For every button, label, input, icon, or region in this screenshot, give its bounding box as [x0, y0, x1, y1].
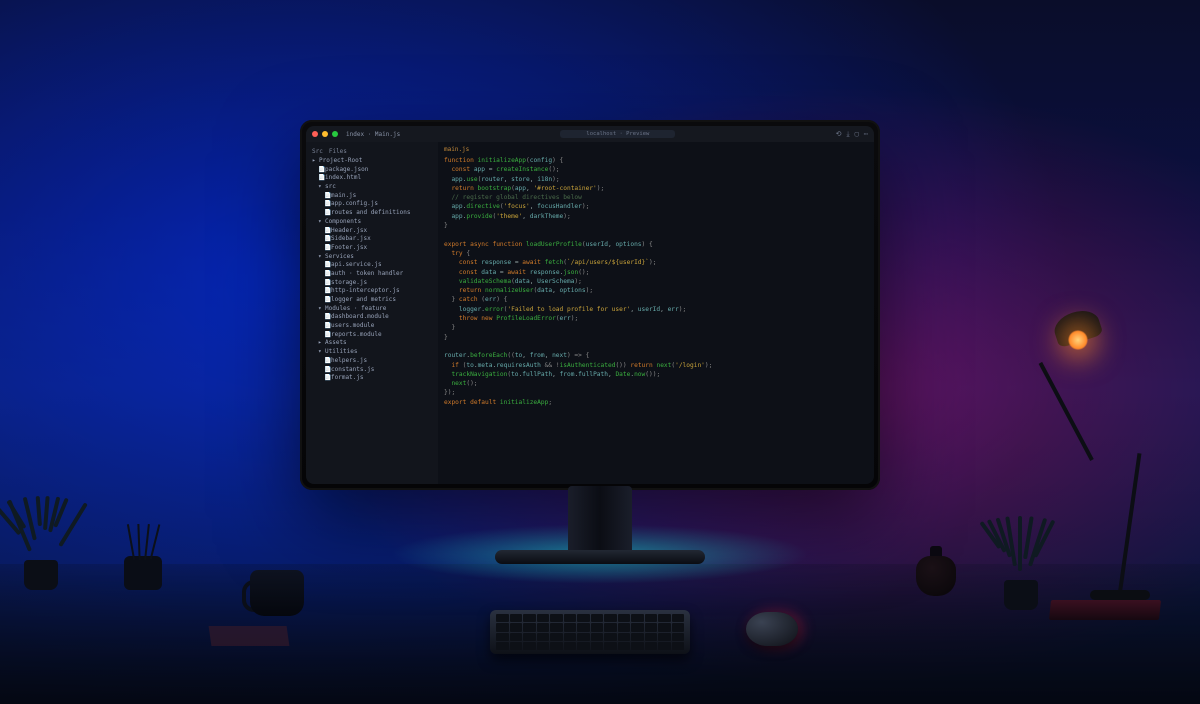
file-item[interactable]: 📄reports.module — [312, 331, 436, 340]
desk-lamp — [1050, 310, 1180, 600]
folder-item[interactable]: ▾Services — [312, 253, 436, 262]
folder-item[interactable]: ▸Assets — [312, 339, 436, 348]
toolbar-center: localhost · Preview — [404, 130, 831, 138]
file-item[interactable]: 📄auth · token handler — [312, 270, 436, 279]
file-item[interactable]: 📄app.config.js — [312, 200, 436, 209]
folder-item[interactable]: ▸Project-Root — [312, 157, 436, 166]
code-content[interactable]: function initializeApp(config) { const a… — [444, 156, 868, 407]
keyboard — [490, 610, 690, 654]
file-item[interactable]: 📄Footer.jsx — [312, 244, 436, 253]
file-item[interactable]: 📄index.html — [312, 174, 436, 183]
screen: index · Main.js localhost · Preview ⟲ ⤓ ▢ ⋯… — [306, 126, 874, 484]
toolbar-icon[interactable]: ▢ — [855, 130, 859, 139]
small-vase — [916, 540, 956, 596]
plant-right — [990, 510, 1050, 610]
folder-item[interactable]: ▾Modules · feature — [312, 305, 436, 314]
pencil-jar — [124, 540, 162, 590]
toolbar-icon[interactable]: ⋯ — [864, 130, 868, 139]
file-item[interactable]: 📄Header.jsx — [312, 227, 436, 236]
editor-tab[interactable]: main.js — [444, 146, 868, 153]
file-item[interactable]: 📄http-interceptor.js — [312, 287, 436, 296]
lamp-bulb-icon — [1068, 330, 1088, 350]
file-item[interactable]: 📄storage.js — [312, 279, 436, 288]
file-item[interactable]: 📄main.js — [312, 192, 436, 201]
address-pill[interactable]: localhost · Preview — [560, 130, 675, 138]
monitor-stand — [568, 486, 632, 556]
code-pane[interactable]: main.js function initializeApp(config) {… — [438, 142, 874, 484]
file-item[interactable]: 📄constants.js — [312, 366, 436, 375]
sticky-note — [209, 626, 290, 646]
titlebar: index · Main.js localhost · Preview ⟲ ⤓ ▢ ⋯ — [306, 126, 874, 142]
plant-left — [10, 490, 70, 590]
maximize-icon[interactable] — [332, 131, 338, 137]
monitor: index · Main.js localhost · Preview ⟲ ⤓ ▢ ⋯… — [300, 120, 880, 490]
file-item[interactable]: 📄format.js — [312, 374, 436, 383]
book — [1049, 600, 1161, 620]
explorer-tab[interactable]: Files — [329, 148, 347, 155]
toolbar-actions: ⟲ ⤓ ▢ ⋯ — [836, 130, 868, 139]
folder-item[interactable]: ▾src — [312, 183, 436, 192]
explorer-tabs: Src Files — [308, 146, 436, 157]
file-item[interactable]: 📄helpers.js — [312, 357, 436, 366]
file-item[interactable]: 📄package.json — [312, 166, 436, 175]
file-explorer[interactable]: Src Files ▸Project-Root📄package.json📄inde… — [306, 142, 438, 484]
minimize-icon[interactable] — [322, 131, 328, 137]
file-item[interactable]: 📄Sidebar.jsx — [312, 235, 436, 244]
monitor-foot — [495, 550, 705, 564]
mouse — [746, 612, 798, 646]
close-icon[interactable] — [312, 131, 318, 137]
toolbar-icon[interactable]: ⤓ — [846, 130, 849, 139]
file-item[interactable]: 📄dashboard.module — [312, 313, 436, 322]
file-item[interactable]: 📄api.service.js — [312, 261, 436, 270]
explorer-tab[interactable]: Src — [312, 148, 323, 155]
editor-body: Src Files ▸Project-Root📄package.json📄inde… — [306, 142, 874, 484]
file-item[interactable]: 📄logger and metrics — [312, 296, 436, 305]
file-item[interactable]: 📄routes and definitions — [312, 209, 436, 218]
scene-room: index · Main.js localhost · Preview ⟲ ⤓ ▢ ⋯… — [0, 0, 1200, 704]
file-item[interactable]: 📄users.module — [312, 322, 436, 331]
window-title: index · Main.js — [346, 131, 400, 138]
folder-item[interactable]: ▾Components — [312, 218, 436, 227]
folder-item[interactable]: ▾Utilities — [312, 348, 436, 357]
toolbar-icon[interactable]: ⟲ — [836, 130, 842, 139]
file-tree: ▸Project-Root📄package.json📄index.html▾sr… — [308, 157, 436, 383]
code-editor-window: index · Main.js localhost · Preview ⟲ ⤓ ▢ ⋯… — [306, 126, 874, 484]
coffee-mug — [242, 562, 314, 622]
